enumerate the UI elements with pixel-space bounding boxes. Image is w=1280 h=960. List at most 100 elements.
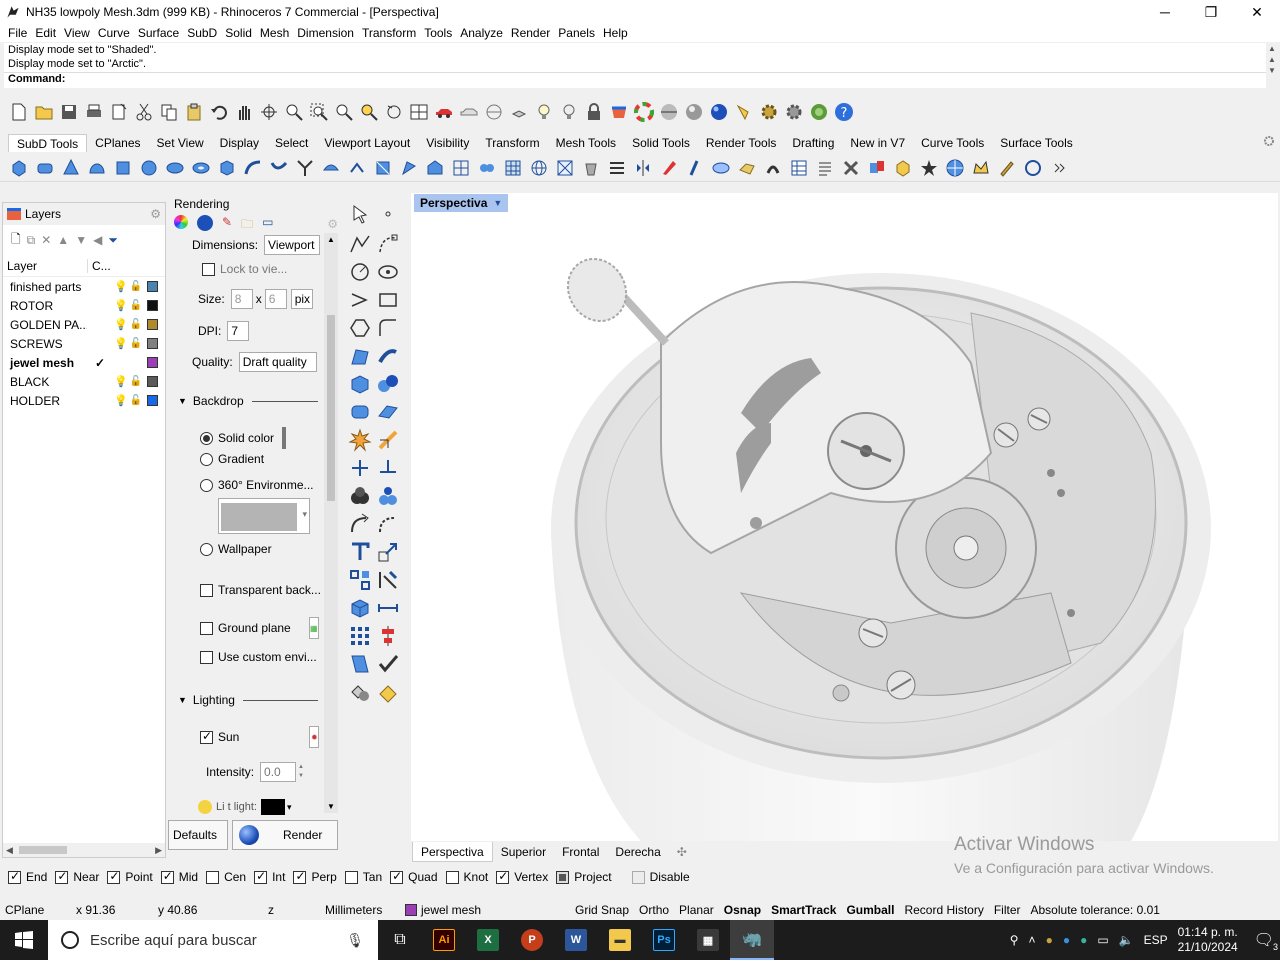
bulb-icon[interactable]: 💡 (113, 318, 129, 331)
3d-shapes-icon[interactable] (348, 680, 372, 704)
subd-cone-icon[interactable] (60, 157, 82, 179)
light-bulb-off-icon[interactable] (558, 101, 580, 123)
sphere-render-icon[interactable] (683, 101, 705, 123)
subd-tools-icon[interactable] (840, 157, 862, 179)
cplane-status[interactable]: CPlane (0, 900, 66, 920)
car-wireframe-icon[interactable] (458, 101, 480, 123)
car-icon[interactable] (433, 101, 455, 123)
subd-globe-icon[interactable] (528, 157, 550, 179)
subd-weld-icon[interactable] (450, 157, 472, 179)
minimize-button[interactable]: ─ (1142, 0, 1188, 24)
subd-insert-icon[interactable] (658, 157, 680, 179)
bulb-icon[interactable]: 💡 (113, 394, 129, 407)
subd-revolve-icon[interactable] (320, 157, 342, 179)
subd-smooth-icon[interactable] (554, 157, 576, 179)
arc-icon[interactable] (348, 288, 372, 312)
tab-curve-tools[interactable]: Curve Tools (913, 134, 992, 152)
tray-app-icon[interactable]: ● (1046, 933, 1053, 947)
rotate-view-icon[interactable] (258, 101, 280, 123)
layer-color-swatch[interactable] (147, 300, 158, 311)
osnap-int-checkbox[interactable] (254, 869, 268, 884)
excel-app-icon[interactable]: X (466, 920, 510, 960)
layer-color-swatch[interactable] (147, 357, 158, 368)
unlock-icon[interactable]: 🔓 (129, 395, 143, 406)
osnap-toggle[interactable]: Osnap (719, 900, 766, 920)
sun-settings-icon[interactable]: ✹ (309, 726, 320, 748)
scroll-right-icon[interactable]: ▶ (155, 845, 162, 856)
subd-bucket-icon[interactable] (580, 157, 602, 179)
size-unit-select[interactable]: pix (290, 289, 313, 309)
save-icon[interactable] (58, 101, 80, 123)
layers-gear-icon[interactable]: ⚙ (150, 207, 161, 221)
print-icon[interactable] (83, 101, 105, 123)
subd-world-icon[interactable] (944, 157, 966, 179)
notifications-icon[interactable]: 🗨 3 (1254, 930, 1278, 952)
filter-icon[interactable]: ⏷ (108, 233, 118, 248)
network-icon[interactable]: ▭ (1097, 933, 1108, 947)
subd-cylinder-icon[interactable] (34, 157, 56, 179)
osnap-mid[interactable]: Mid (160, 869, 198, 884)
gradient-option[interactable]: Gradient (200, 452, 264, 466)
layer-color-swatch[interactable] (147, 395, 158, 406)
paint-bucket-icon[interactable] (376, 680, 400, 704)
options-gear-icon[interactable] (758, 101, 780, 123)
color-wheel-tab-icon[interactable] (174, 215, 188, 229)
render-sphere-icon[interactable] (708, 101, 730, 123)
dpi-input[interactable]: 7 (227, 321, 250, 341)
subd-box-icon[interactable] (8, 157, 30, 179)
command-prompt-input[interactable]: Command: (4, 72, 1266, 88)
tab-mesh-tools[interactable]: Mesh Tools (548, 134, 624, 152)
checkmark-icon[interactable] (376, 652, 400, 676)
trim-icon[interactable] (348, 456, 372, 480)
subd-cube-yellow-icon[interactable] (892, 157, 914, 179)
ellipse-icon[interactable] (376, 260, 400, 284)
fillet-edge-icon[interactable] (348, 512, 372, 536)
subd-sphere-icon[interactable] (138, 157, 160, 179)
properties-icon[interactable] (108, 101, 130, 123)
undo-icon[interactable] (208, 101, 230, 123)
subd-torus-icon[interactable] (190, 157, 212, 179)
custom-environment-row[interactable]: Use custom envi... (200, 650, 317, 664)
close-button[interactable]: ✕ (1234, 0, 1280, 24)
blend-curve-icon[interactable] (376, 512, 400, 536)
layer-color-swatch[interactable] (147, 376, 158, 387)
subd-brush-icon[interactable] (996, 157, 1018, 179)
lighting-section-header[interactable]: ▼ Lighting (178, 693, 318, 707)
cplane-icon[interactable] (508, 101, 530, 123)
subd-stitch-icon[interactable] (736, 157, 758, 179)
maximize-button[interactable]: ❐ (1188, 0, 1234, 24)
open-folder-icon[interactable] (33, 101, 55, 123)
lock-viewport-row[interactable]: Lock to vie... (202, 262, 287, 276)
unlock-icon[interactable]: 🔓 (129, 338, 143, 349)
zoom-selected-icon[interactable] (358, 101, 380, 123)
spotlight-icon[interactable] (733, 101, 755, 123)
tab-surface-tools[interactable]: Surface Tools (992, 134, 1081, 152)
viewport-title[interactable]: Perspectiva ▼ (414, 194, 509, 212)
taskbar-search-box[interactable]: Escribe aquí para buscar 🎙 (48, 920, 378, 960)
solid-color-radio[interactable] (200, 431, 213, 445)
subd-dome-icon[interactable] (86, 157, 108, 179)
ortho-toggle[interactable]: Ortho (634, 900, 674, 920)
extend-icon[interactable] (376, 456, 400, 480)
menu-help[interactable]: Help (599, 26, 632, 40)
render-tab-icon[interactable] (197, 215, 213, 231)
size-width-input[interactable]: 8 (230, 289, 253, 309)
layers-hscrollbar[interactable]: ◀ ▶ (3, 843, 165, 857)
menu-surface[interactable]: Surface (134, 26, 183, 40)
split-icon[interactable] (376, 428, 400, 452)
subd-crown-icon[interactable] (970, 157, 992, 179)
osnap-knot-checkbox[interactable] (445, 870, 459, 884)
light-bulb-icon[interactable] (533, 101, 555, 123)
surface-sweep-icon[interactable] (376, 344, 400, 368)
tray-app-icon[interactable]: ● (1063, 933, 1070, 947)
record-history-toggle[interactable]: Record History (899, 900, 988, 920)
help-icon[interactable]: ? (833, 101, 855, 123)
current-layer-status[interactable]: jewel mesh (400, 900, 570, 920)
layer-row-holder[interactable]: HOLDER 💡 🔓 (3, 391, 165, 410)
size-height-input[interactable]: 6 (264, 289, 287, 309)
layers-panel-title[interactable]: Layers (25, 207, 61, 221)
explode-icon[interactable] (348, 428, 372, 452)
bulb-icon[interactable]: 💡 (113, 375, 129, 388)
delete-layer-icon[interactable]: ✕ (41, 233, 51, 247)
layers-icon[interactable] (608, 101, 630, 123)
